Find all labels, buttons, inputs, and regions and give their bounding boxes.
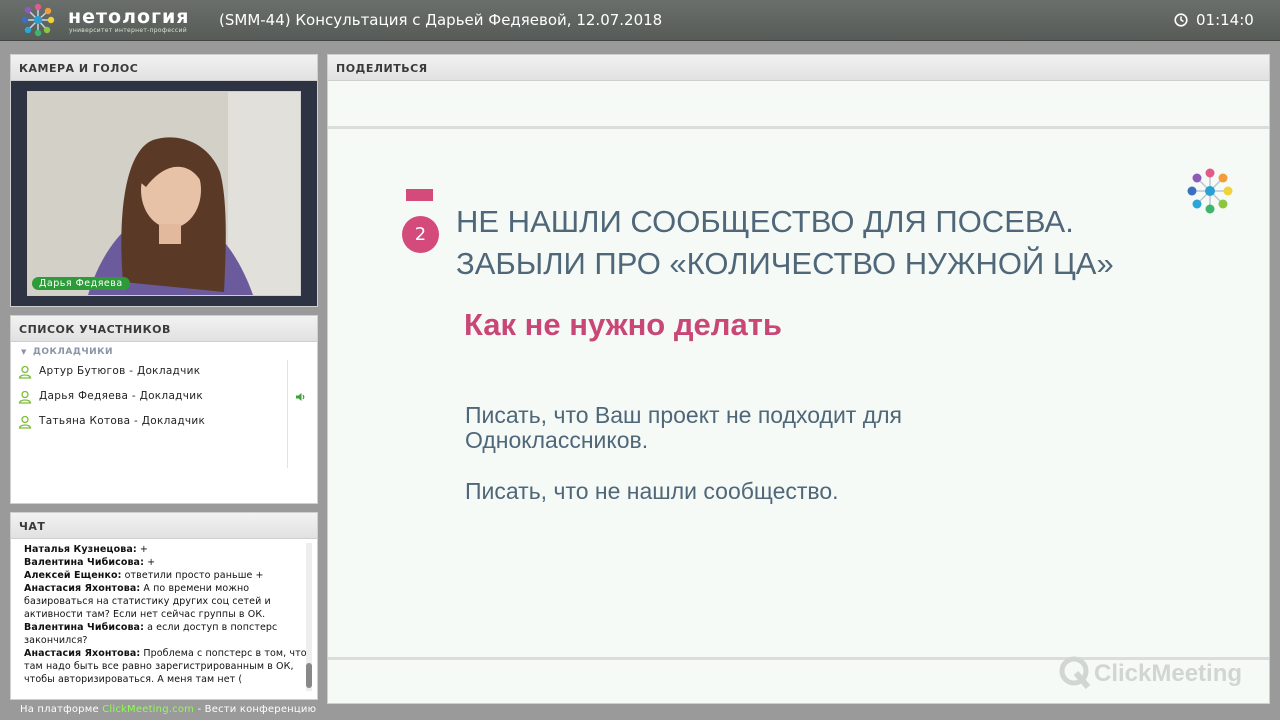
- chat-scrollbar-thumb[interactable]: [306, 663, 312, 688]
- chat-author: Валентина Чибисова:: [24, 557, 144, 568]
- slide-title-line1: НЕ НАШЛИ СООБЩЕСТВО ДЛЯ ПОСЕВА.: [456, 204, 1074, 239]
- clock-icon: [1174, 13, 1188, 27]
- chat-author: Алексей Ещенко:: [24, 570, 122, 581]
- presentation-slide: 2 НЕ НАШЛИ СООБЩЕСТВО ДЛЯ ПОСЕВА. ЗАБЫЛИ…: [328, 81, 1269, 703]
- chat-author: Анастасия Яхонтова:: [24, 648, 141, 659]
- webinar-title: (SMM-44) Консультация с Дарьей Федяевой,…: [219, 11, 663, 29]
- chat-text: +: [143, 557, 156, 568]
- footer-prefix: На платформе: [20, 704, 103, 715]
- chat-message: Анастасия Яхонтова: А по времени можно б…: [24, 582, 308, 621]
- speaker-video[interactable]: Дарья Федяева: [27, 91, 301, 296]
- chat-author: Валентина Чибисова:: [24, 622, 144, 633]
- clickmeeting-watermark: ClickMeeting: [1059, 656, 1242, 689]
- participants-panel-header: СПИСОК УЧАСТНИКОВ: [11, 316, 317, 342]
- clickmeeting-watermark-text: ClickMeeting: [1094, 660, 1242, 687]
- share-panel-header: ПОДЕЛИТЬСЯ: [328, 55, 1269, 81]
- speaker-silhouette: [28, 92, 300, 295]
- share-panel: ПОДЕЛИТЬСЯ 2 НЕ НАШЛИ СООБЩЕСТВО ДЛЯ ПОС…: [327, 54, 1270, 704]
- chevron-down-icon: ▼: [21, 348, 27, 356]
- chat-text: +: [136, 544, 148, 555]
- footer-suffix: - Вести конференцию: [194, 704, 317, 715]
- person-icon: [18, 365, 32, 379]
- group-toggle-speakers[interactable]: ▼ ДОКЛАДЧИКИ: [11, 342, 317, 360]
- session-timer: 01:14:0: [1196, 11, 1254, 29]
- slide-paragraph-2: Писать, что не нашли сообщество.: [465, 478, 839, 504]
- chat-message: Валентина Чибисова: +: [24, 556, 308, 569]
- chat-text: ответили просто раньше +: [121, 570, 264, 581]
- slide-title: НЕ НАШЛИ СООБЩЕСТВО ДЛЯ ПОСЕВА. ЗАБЫЛИ П…: [456, 201, 1114, 285]
- participant-name: Татьяна Котова - Докладчик: [39, 415, 206, 427]
- chat-messages: Наталья Кузнецова: + Валентина Чибисова:…: [24, 543, 308, 691]
- camera-panel: КАМЕРА И ГОЛОС Дарья Федяева: [10, 54, 318, 307]
- chat-message: Алексей Ещенко: ответили просто раньше +: [24, 569, 308, 582]
- chat-panel: ЧАТ Наталья Кузнецова: + Валентина Чибис…: [10, 512, 318, 700]
- brand-name: нетология: [68, 6, 190, 28]
- participant-name: Артур Бутюгов - Докладчик: [39, 365, 201, 377]
- clickmeeting-link[interactable]: ClickMeeting.com: [102, 704, 194, 715]
- speaker-name-badge: Дарья Федяева: [32, 277, 130, 290]
- participant-row[interactable]: Артур Бутюгов - Докладчик: [11, 360, 317, 385]
- netology-logo-icon: [21, 3, 55, 37]
- footer: На платформе ClickMeeting.com - Вести ко…: [20, 704, 316, 715]
- slide-subtitle: Как не нужно делать: [464, 307, 782, 342]
- netology-logo-icon: [1187, 168, 1233, 214]
- brand-tagline: университет интернет-профессий: [69, 27, 187, 34]
- group-label: ДОКЛАДЧИКИ: [32, 347, 114, 357]
- slide-divider-top: [328, 126, 1269, 129]
- person-icon: [18, 415, 32, 429]
- chat-author: Анастасия Яхонтова:: [24, 583, 141, 594]
- participants-panel: СПИСОК УЧАСТНИКОВ ▼ ДОКЛАДЧИКИ Артур Бутю…: [10, 315, 318, 504]
- video-area: Дарья Федяева: [11, 81, 317, 306]
- chat-message: Наталья Кузнецова: +: [24, 543, 308, 556]
- column-divider: [287, 360, 288, 468]
- person-icon: [18, 390, 32, 404]
- participant-row[interactable]: Дарья Федяева - Докладчик: [11, 385, 317, 410]
- slide-number-badge: 2: [402, 216, 439, 253]
- chat-message: Анастасия Яхонтова: Проблема с попстерс …: [24, 647, 308, 686]
- participant-name: Дарья Федяева - Докладчик: [39, 390, 204, 402]
- chat-panel-header: ЧАТ: [11, 513, 317, 539]
- participant-row[interactable]: Татьяна Котова - Докладчик: [11, 410, 317, 435]
- camera-panel-header: КАМЕРА И ГОЛОС: [11, 55, 317, 81]
- slide-title-line2: ЗАБЫЛИ ПРО «КОЛИЧЕСТВО НУЖНОЙ ЦА»: [456, 246, 1114, 281]
- slide-accent-bar: [406, 189, 433, 201]
- top-bar: нетология университет интернет-профессий…: [0, 0, 1280, 41]
- speaker-active-icon: [296, 393, 305, 401]
- slide-paragraph-1: Писать, что Ваш проект не подходит для О…: [465, 402, 903, 453]
- chat-message: Валентина Чибисова: а если доступ в попс…: [24, 621, 308, 647]
- chat-scrollbar[interactable]: [306, 543, 312, 691]
- chat-author: Наталья Кузнецова:: [24, 544, 137, 555]
